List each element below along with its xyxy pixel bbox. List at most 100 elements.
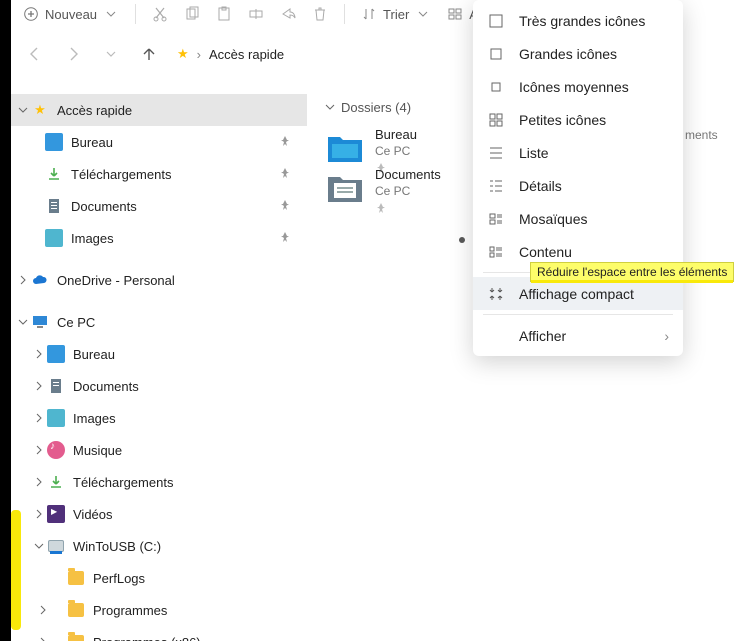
- image-icon: [45, 229, 63, 247]
- tree-this-pc[interactable]: Ce PC: [11, 306, 307, 338]
- menu-label: Très grandes icônes: [519, 13, 645, 29]
- menu-details[interactable]: Détails: [473, 169, 683, 202]
- tree-label: PerfLogs: [93, 571, 299, 586]
- file-location: Ce PC: [375, 144, 417, 158]
- recent-button[interactable]: [97, 40, 125, 68]
- menu-medium-icons[interactable]: Icônes moyennes: [473, 70, 683, 103]
- rename-icon[interactable]: [248, 6, 264, 22]
- tree-item-images-pc[interactable]: Images: [11, 402, 307, 434]
- paste-icon[interactable]: [216, 6, 232, 22]
- view-icon: [447, 6, 463, 22]
- image-icon: [47, 409, 65, 427]
- cloud-icon: [31, 271, 49, 289]
- tree-item-music[interactable]: Musique: [11, 434, 307, 466]
- menu-small-icons[interactable]: Petites icônes: [473, 103, 683, 136]
- new-button[interactable]: Nouveau: [23, 6, 119, 22]
- share-icon[interactable]: [280, 6, 296, 22]
- up-button[interactable]: [135, 40, 163, 68]
- folder-icon: [67, 633, 85, 641]
- chevron-down-icon: [103, 6, 119, 22]
- menu-label: Icônes moyennes: [519, 79, 629, 95]
- content-icon: [487, 243, 505, 261]
- pc-icon: [31, 313, 49, 331]
- tree-item-bureau-pc[interactable]: Bureau: [11, 338, 307, 370]
- forward-button[interactable]: [59, 40, 87, 68]
- chevron-right-icon[interactable]: [31, 506, 47, 522]
- nav-tree[interactable]: ★ Accès rapide Bureau Téléchargements Do…: [11, 90, 307, 641]
- tree-label: Programmes (x86): [93, 635, 299, 641]
- menu-label: Petites icônes: [519, 112, 606, 128]
- chevron-down-icon[interactable]: [15, 314, 31, 330]
- document-icon: [45, 197, 63, 215]
- chevron-down-icon[interactable]: [15, 102, 31, 118]
- copy-icon[interactable]: [184, 6, 200, 22]
- tree-item-programmes-x86[interactable]: Programmes (x86): [11, 626, 307, 641]
- tree-label: Vidéos: [73, 507, 299, 522]
- tree-label: Bureau: [71, 135, 279, 150]
- delete-icon[interactable]: [312, 6, 328, 22]
- menu-large-icons[interactable]: Grandes icônes: [473, 37, 683, 70]
- tree-label: Accès rapide: [57, 103, 299, 118]
- sort-icon: [361, 6, 377, 22]
- chevron-right-icon[interactable]: [15, 272, 31, 288]
- tree-item-perflogs[interactable]: PerfLogs: [11, 562, 307, 594]
- spacer: [51, 602, 67, 618]
- desktop-icon: [45, 133, 63, 151]
- separator: [344, 4, 345, 24]
- chevron-right-icon[interactable]: [35, 602, 51, 618]
- tree-quick-access[interactable]: ★ Accès rapide: [11, 94, 307, 126]
- tree-label: OneDrive - Personal: [57, 273, 299, 288]
- chevron-down-icon[interactable]: [31, 538, 47, 554]
- menu-list[interactable]: Liste: [473, 136, 683, 169]
- tree-onedrive[interactable]: OneDrive - Personal: [11, 264, 307, 296]
- tree-label: Programmes: [93, 603, 299, 618]
- chevron-right-icon[interactable]: [31, 346, 47, 362]
- current-indicator: [459, 237, 465, 243]
- menu-tiles[interactable]: Mosaïques: [473, 202, 683, 235]
- sort-label: Trier: [383, 7, 409, 22]
- tree-item-downloads-pc[interactable]: Téléchargements: [11, 466, 307, 498]
- partial-text: ments: [685, 128, 718, 142]
- pin-icon: [279, 135, 293, 149]
- spacer: [487, 327, 505, 345]
- chevron-right-icon: ›: [197, 47, 201, 62]
- tooltip: Réduire l'espace entre les éléments: [530, 262, 734, 282]
- new-label: Nouveau: [45, 7, 97, 22]
- menu-show-submenu[interactable]: Afficher ›: [473, 319, 683, 352]
- compact-icon: [487, 285, 505, 303]
- medium-icons-icon: [487, 78, 505, 96]
- tree-item-downloads[interactable]: Téléchargements: [11, 158, 307, 190]
- tree-item-drive-c[interactable]: WinToUSB (C:): [11, 530, 307, 562]
- chevron-right-icon[interactable]: [31, 474, 47, 490]
- tree-label: Musique: [73, 443, 299, 458]
- menu-label: Mosaïques: [519, 211, 587, 227]
- tree-label: Téléchargements: [73, 475, 299, 490]
- chevron-right-icon[interactable]: [31, 442, 47, 458]
- sort-button[interactable]: Trier: [361, 6, 431, 22]
- tree-label: Images: [71, 231, 279, 246]
- chevron-right-icon: ›: [664, 328, 669, 344]
- spacer: [51, 570, 67, 586]
- music-icon: [47, 441, 65, 459]
- breadcrumb[interactable]: Accès rapide: [209, 47, 284, 62]
- tree-label: Documents: [71, 199, 279, 214]
- tree-item-programmes[interactable]: Programmes: [11, 594, 307, 626]
- tree-item-images[interactable]: Images: [11, 222, 307, 254]
- menu-label: Afficher: [519, 328, 566, 344]
- cut-icon[interactable]: [152, 6, 168, 22]
- pin-icon: [375, 202, 441, 217]
- desktop-icon: [47, 345, 65, 363]
- chevron-right-icon[interactable]: [35, 634, 51, 641]
- menu-separator: [483, 314, 673, 315]
- tree-item-bureau[interactable]: Bureau: [11, 126, 307, 158]
- disk-icon: [47, 537, 65, 555]
- chevron-down-icon[interactable]: [325, 100, 335, 115]
- chevron-right-icon[interactable]: [31, 378, 47, 394]
- tree-item-documents[interactable]: Documents: [11, 190, 307, 222]
- chevron-right-icon[interactable]: [31, 410, 47, 426]
- tree-item-documents-pc[interactable]: Documents: [11, 370, 307, 402]
- tree-item-videos[interactable]: Vidéos: [11, 498, 307, 530]
- download-icon: [47, 473, 65, 491]
- back-button[interactable]: [21, 40, 49, 68]
- menu-extra-large-icons[interactable]: Très grandes icônes: [473, 4, 683, 37]
